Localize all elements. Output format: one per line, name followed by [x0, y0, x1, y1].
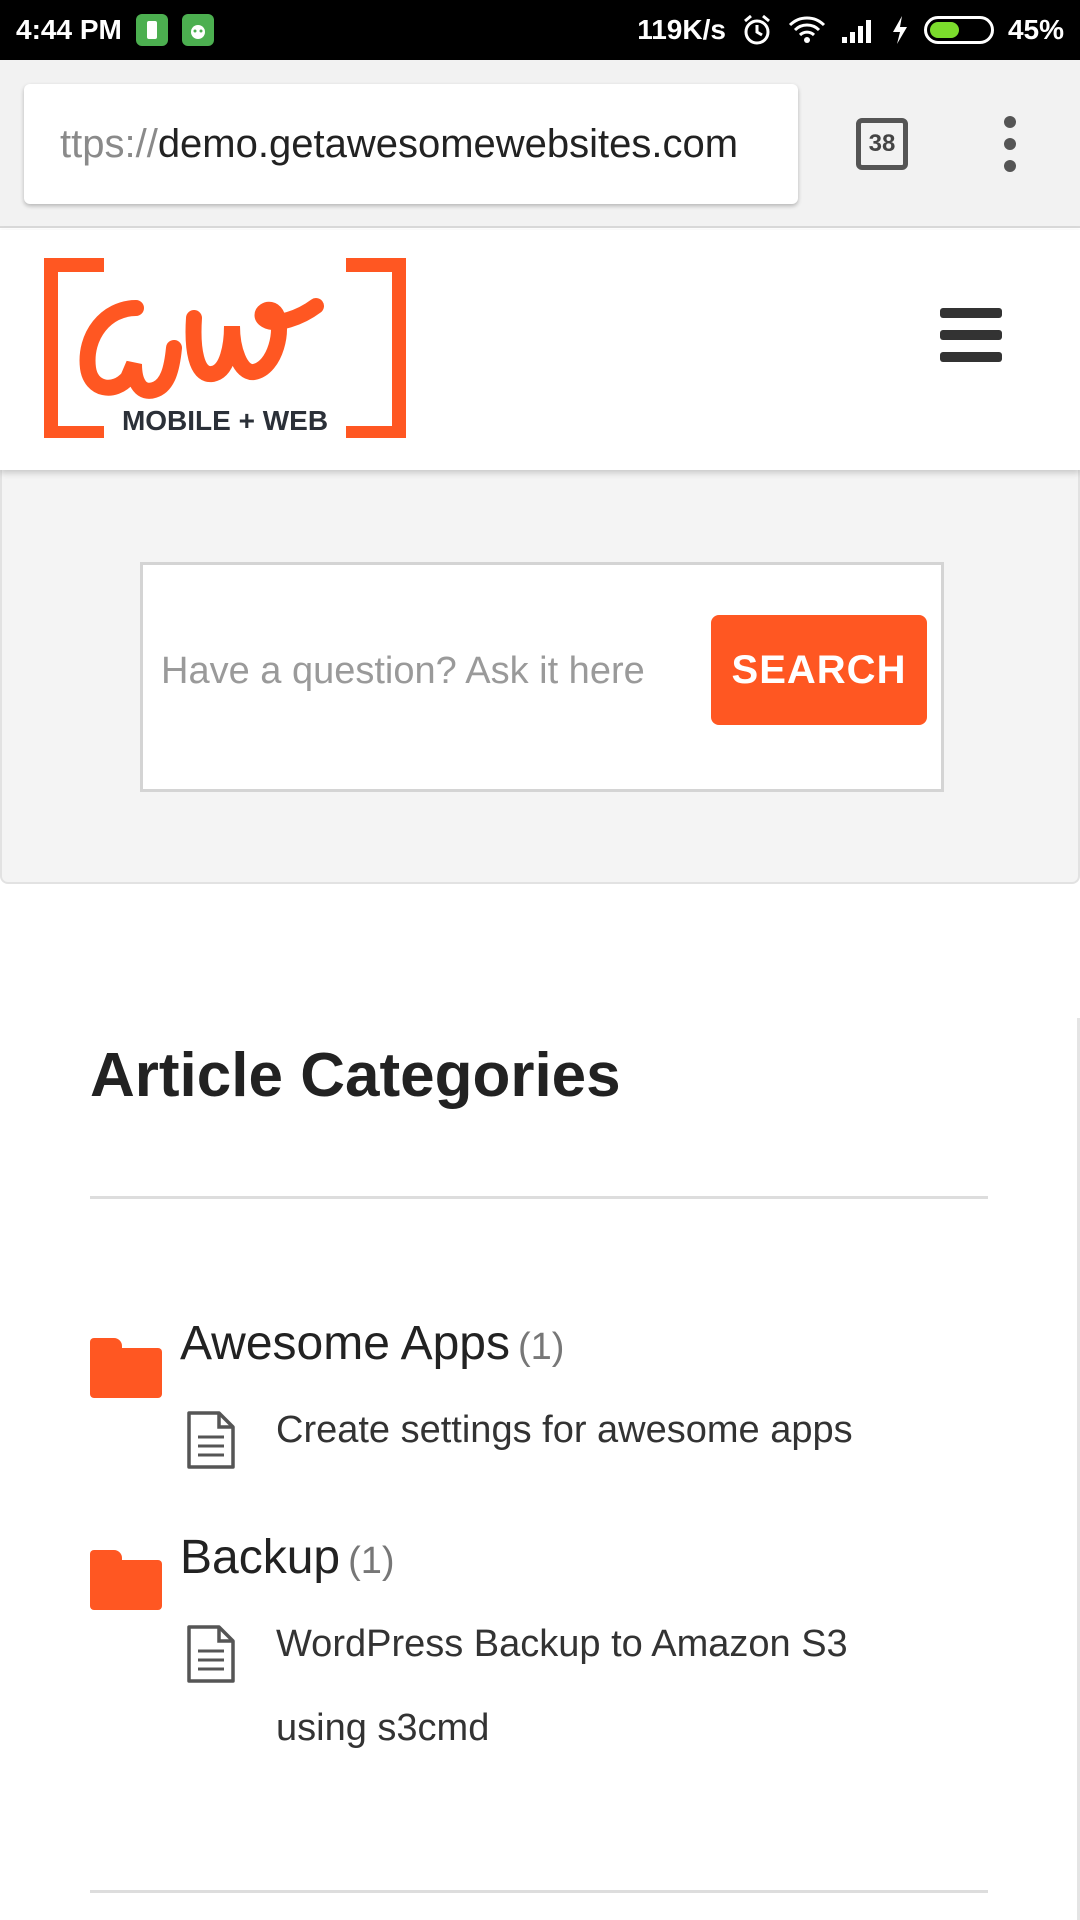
status-time: 4:44 PM [16, 14, 122, 45]
browser-toolbar: ttps://demo.getawesomewebsites.com 38 [0, 60, 1080, 228]
search-button[interactable]: SEARCH [711, 615, 927, 725]
document-icon [187, 1625, 235, 1683]
more-vert-icon[interactable] [998, 116, 1022, 172]
url-host: demo.getawesomewebsites.com [157, 121, 739, 166]
battery-icon [923, 16, 994, 44]
tab-count: 38 [868, 130, 896, 157]
divider [90, 1196, 988, 1199]
search-form: Have a question? Ask it here SEARCH [140, 562, 944, 792]
status-bar: 4:44 PM 119K/s 45% [0, 0, 1080, 60]
category-name: Backup [180, 1531, 341, 1584]
wifi-icon [788, 16, 826, 43]
site-header: MOBILE + WEB [0, 230, 1080, 470]
article-categories-heading: Article Categories [90, 1040, 990, 1111]
search-input[interactable]: Have a question? Ask it here [161, 650, 645, 693]
logo-tagline: MOBILE + WEB [122, 405, 328, 436]
battery-percent: 45% [1007, 14, 1064, 45]
charging-icon [892, 16, 907, 44]
url-scheme: ttps:// [60, 121, 158, 166]
section-title: Article Categories [90, 1041, 621, 1110]
url-bar[interactable]: ttps://demo.getawesomewebsites.com [24, 84, 798, 204]
site-logo[interactable]: MOBILE + WEB [44, 258, 406, 440]
screen: 4:44 PM 119K/s 45% ttps://demo.getawesom… [0, 0, 1080, 1920]
battery-saver-notification-icon [135, 14, 168, 46]
network-speed: 119K/s [637, 14, 726, 45]
divider [90, 1890, 988, 1893]
signal-icon [841, 20, 871, 43]
tab-switcher-button[interactable]: 38 [856, 118, 908, 170]
android-notification-icon [181, 14, 214, 46]
category-link[interactable]: Awesome Apps (1) [180, 1316, 564, 1371]
category-count: (1) [517, 1326, 565, 1368]
folder-icon [90, 1338, 162, 1398]
folder-icon [90, 1550, 162, 1610]
search-section: Have a question? Ask it here SEARCH [0, 470, 1080, 884]
document-icon [187, 1411, 235, 1469]
category-link[interactable]: Backup (1) [180, 1530, 395, 1585]
category-count: (1) [348, 1540, 395, 1582]
article-link[interactable]: Create settings for awesome apps [276, 1388, 976, 1472]
alarm-icon [743, 14, 770, 45]
hamburger-menu-icon[interactable] [940, 308, 1002, 362]
category-name: Awesome Apps [180, 1317, 510, 1370]
article-link[interactable]: WordPress Backup to Amazon S3 using s3cm… [276, 1602, 896, 1770]
